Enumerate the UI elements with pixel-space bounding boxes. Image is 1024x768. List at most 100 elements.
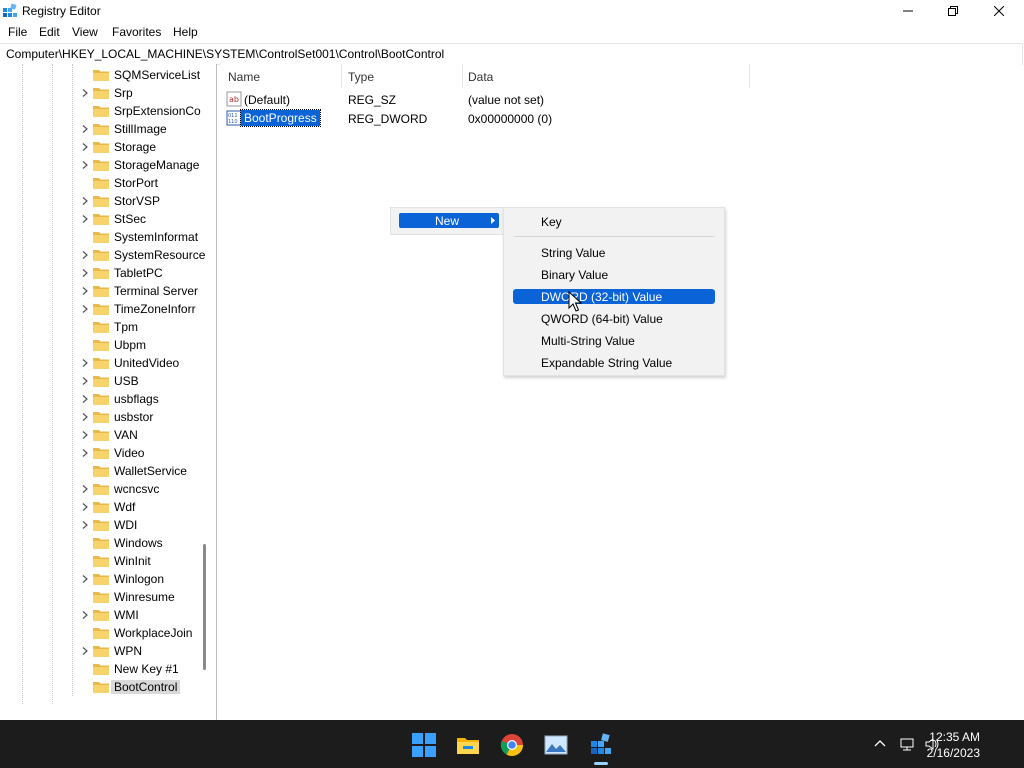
chevron-right-icon[interactable] [80, 358, 90, 368]
tree-item[interactable]: StorageManage [0, 156, 216, 174]
close-button[interactable] [976, 0, 1022, 22]
photos-icon[interactable] [543, 732, 569, 758]
tree-vertical-scrollbar[interactable] [203, 544, 206, 670]
chevron-right-icon[interactable] [80, 214, 90, 224]
column-divider[interactable] [341, 64, 342, 88]
chevron-right-icon[interactable] [80, 286, 90, 296]
menu-edit[interactable]: Edit [37, 25, 62, 39]
string-value-icon: ab [226, 91, 242, 107]
key-tree-pane[interactable]: SQMServiceList Srp SrpExtensionCo StillImag… [0, 64, 217, 720]
menu-view[interactable]: View [70, 25, 100, 39]
value-row-default[interactable]: ab (Default) REG_SZ (value not set) [220, 90, 750, 109]
column-divider[interactable] [749, 64, 750, 88]
tree-item[interactable]: Winresume [0, 588, 216, 606]
chevron-right-icon[interactable] [80, 502, 90, 512]
chevron-right-icon[interactable] [80, 304, 90, 314]
tree-item[interactable]: WMI [0, 606, 216, 624]
tree-item[interactable]: UnitedVideo [0, 354, 216, 372]
tree-item[interactable]: Video [0, 444, 216, 462]
tree-item[interactable]: StorVSP [0, 192, 216, 210]
taskbar-time[interactable]: 12:35 AM [929, 730, 980, 744]
column-header-data[interactable]: Data [468, 70, 493, 84]
chevron-right-icon[interactable] [80, 268, 90, 278]
tree-item[interactable]: Terminal Server [0, 282, 216, 300]
tree-item[interactable]: SystemInformat [0, 228, 216, 246]
tree-item[interactable]: Wdf [0, 498, 216, 516]
values-list-pane[interactable]: Name Type Data ab (Default) REG_SZ (valu… [220, 64, 1022, 720]
chevron-right-icon[interactable] [80, 520, 90, 530]
taskbar-date[interactable]: 2/16/2023 [927, 746, 980, 760]
folder-icon [93, 232, 109, 243]
chevron-right-icon[interactable] [80, 610, 90, 620]
tree-item[interactable]: Ubpm [0, 336, 216, 354]
tree-item[interactable]: WinInit [0, 552, 216, 570]
tree-item[interactable]: TimeZoneInforr [0, 300, 216, 318]
chevron-right-icon[interactable] [80, 646, 90, 656]
menu-file[interactable]: File [6, 25, 29, 39]
chevron-right-icon[interactable] [80, 250, 90, 260]
submenu-item-key[interactable]: Key [513, 214, 715, 229]
file-explorer-icon[interactable] [455, 732, 481, 758]
value-row-bootprogress[interactable]: 011 110 BootProgress REG_DWORD 0x0000000… [220, 109, 750, 128]
chevron-right-icon[interactable] [80, 196, 90, 206]
tree-item[interactable]: TabletPC [0, 264, 216, 282]
tree-item-label: Video [114, 446, 145, 460]
chevron-right-icon[interactable] [80, 142, 90, 152]
tree-item[interactable]: StillImage [0, 120, 216, 138]
tree-item[interactable]: Tpm [0, 318, 216, 336]
tree-item[interactable]: USB [0, 372, 216, 390]
tree-item[interactable]: SystemResource [0, 246, 216, 264]
tree-item[interactable]: wcncsvc [0, 480, 216, 498]
tree-item[interactable]: SQMServiceList [0, 66, 216, 84]
menu-favorites[interactable]: Favorites [110, 25, 163, 39]
tree-item[interactable]: WPN [0, 642, 216, 660]
tree-item[interactable]: usbstor [0, 408, 216, 426]
chrome-icon[interactable] [499, 732, 525, 758]
chevron-right-icon[interactable] [80, 124, 90, 134]
chevron-right-icon[interactable] [80, 412, 90, 422]
chevron-right-icon[interactable] [80, 160, 90, 170]
submenu-item-dword-value[interactable]: DWORD (32-bit) Value [513, 289, 715, 304]
tree-item[interactable]: Winlogon [0, 570, 216, 588]
submenu-item-qword-value[interactable]: QWORD (64-bit) Value [513, 311, 715, 326]
minimize-button[interactable] [885, 0, 931, 22]
restore-button[interactable] [930, 0, 976, 22]
submenu-item-expandable-string-value[interactable]: Expandable String Value [513, 355, 715, 370]
registry-editor-icon[interactable] [588, 732, 614, 758]
chevron-right-icon[interactable] [80, 574, 90, 584]
submenu-item-binary-value[interactable]: Binary Value [513, 267, 715, 282]
column-header-type[interactable]: Type [348, 70, 374, 84]
start-icon[interactable] [411, 732, 437, 758]
tree-item[interactable]: VAN [0, 426, 216, 444]
chevron-right-icon[interactable] [80, 484, 90, 494]
tree-item-label: Srp [114, 86, 133, 100]
chevron-up-icon[interactable] [872, 736, 888, 752]
chevron-right-icon[interactable] [80, 448, 90, 458]
tree-item[interactable]: SrpExtensionCo [0, 102, 216, 120]
tree-item[interactable]: StSec [0, 210, 216, 228]
column-divider[interactable] [462, 64, 463, 88]
tree-item[interactable]: WalletService [0, 462, 216, 480]
menu-item-new[interactable]: New [399, 213, 499, 228]
chevron-right-icon[interactable] [80, 394, 90, 404]
tree-item[interactable]: WDI [0, 516, 216, 534]
menu-help[interactable]: Help [171, 25, 200, 39]
submenu-item-string-value[interactable]: String Value [513, 245, 715, 260]
address-bar[interactable]: Computer\HKEY_LOCAL_MACHINE\SYSTEM\Contr… [0, 43, 1023, 65]
tree-item[interactable]: usbflags [0, 390, 216, 408]
chevron-right-icon[interactable] [80, 376, 90, 386]
tree-item[interactable]: StorPort [0, 174, 216, 192]
tree-item[interactable]: WorkplaceJoin [0, 624, 216, 642]
network-icon[interactable] [899, 736, 915, 752]
tree-item[interactable]: Srp [0, 84, 216, 102]
chevron-right-icon[interactable] [80, 88, 90, 98]
folder-icon [93, 70, 109, 81]
tree-item-selected[interactable]: BootControl [0, 678, 216, 696]
tree-item[interactable]: Storage [0, 138, 216, 156]
submenu-item-multi-string-value[interactable]: Multi-String Value [513, 333, 715, 348]
value-name: (Default) [244, 93, 291, 107]
column-header-name[interactable]: Name [228, 70, 260, 84]
tree-item[interactable]: New Key #1 [0, 660, 216, 678]
tree-item[interactable]: Windows [0, 534, 216, 552]
chevron-right-icon[interactable] [80, 430, 90, 440]
